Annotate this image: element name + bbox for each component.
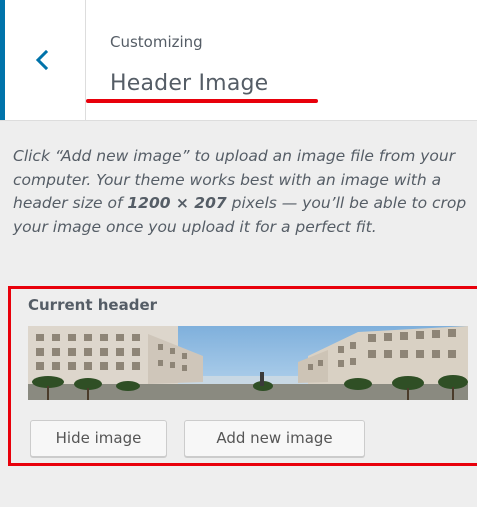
section-description: Click “Add new image” to upload an image… bbox=[13, 145, 469, 239]
section-title: Header Image bbox=[110, 71, 269, 96]
chevron-left-icon bbox=[35, 49, 49, 71]
customizer-header: Customizing Header Image bbox=[0, 0, 477, 121]
hide-image-button[interactable]: Hide image bbox=[30, 420, 167, 457]
customizing-label: Customizing bbox=[110, 33, 203, 51]
current-header-label: Current header bbox=[28, 296, 158, 314]
header-image-photo bbox=[28, 326, 468, 400]
description-size: 1200 × 207 bbox=[127, 194, 227, 212]
add-new-image-button[interactable]: Add new image bbox=[184, 420, 365, 457]
back-button-accent bbox=[0, 0, 5, 120]
back-button[interactable] bbox=[0, 0, 86, 120]
current-header-image[interactable] bbox=[28, 326, 468, 400]
title-annotation-underline bbox=[86, 99, 318, 103]
